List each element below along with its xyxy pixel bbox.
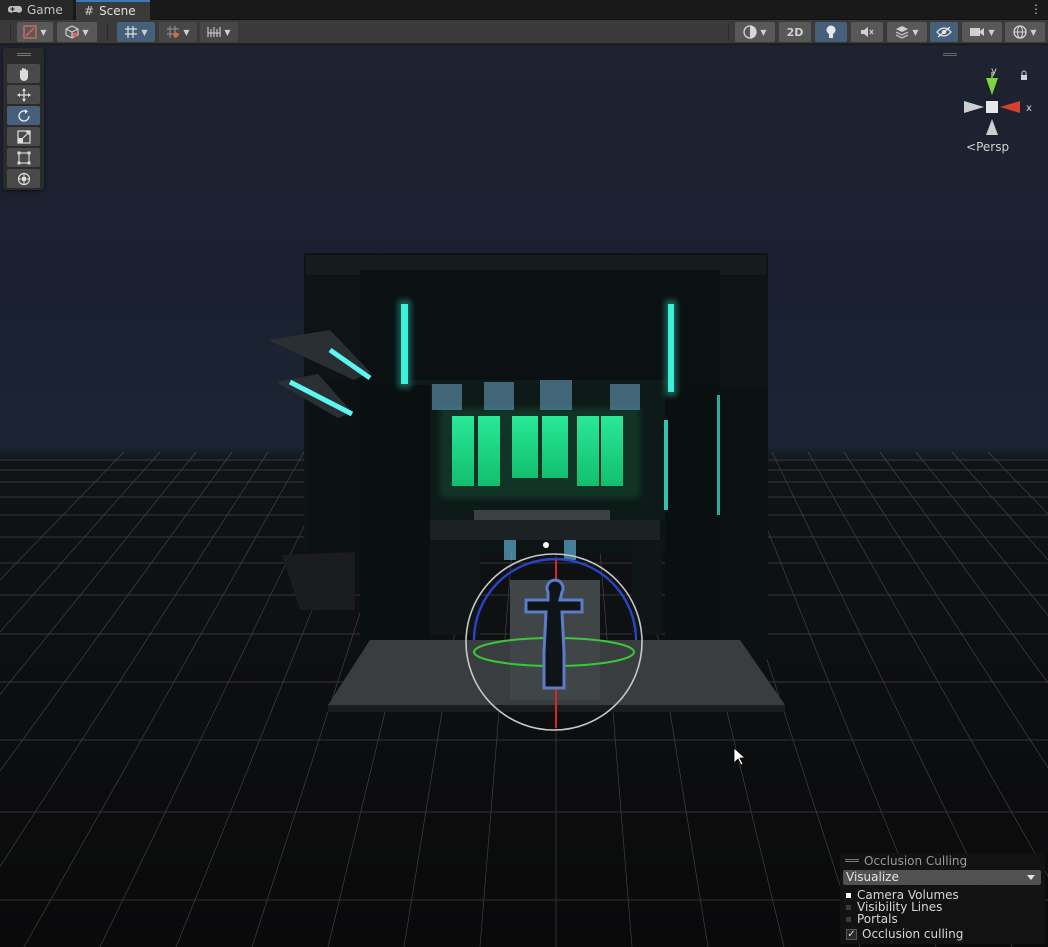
occlusion-mode-value: Visualize bbox=[846, 870, 899, 884]
grid-visibility-button[interactable]: ▼ bbox=[159, 22, 197, 42]
occlusion-culling-label: Occlusion culling bbox=[862, 927, 964, 941]
cube-icon bbox=[65, 25, 80, 39]
gizmos-button[interactable]: ▼ bbox=[1005, 22, 1045, 42]
chevron-down-icon: ▼ bbox=[183, 27, 190, 37]
scene-render bbox=[0, 253, 1048, 947]
scene-toolbar: ▼ ▼ ▼ ▼ ▼ ▼ 2D ▼ ▼ ▼ bbox=[0, 20, 1048, 44]
occlusion-culling-toggle[interactable]: ✓ Occlusion culling bbox=[846, 927, 963, 941]
chevron-down-icon: ▼ bbox=[1030, 27, 1037, 37]
chevron-down-icon bbox=[1027, 875, 1035, 880]
hand-tool-button[interactable] bbox=[7, 64, 40, 83]
camera-icon bbox=[970, 28, 985, 36]
toggle-2d-button[interactable]: 2D bbox=[779, 22, 811, 42]
chevron-down-icon: ▼ bbox=[912, 27, 919, 37]
audio-toggle[interactable] bbox=[851, 22, 883, 42]
mouse-cursor-icon bbox=[733, 747, 747, 766]
sphere-shading-icon bbox=[743, 25, 758, 39]
occlusion-mode-dropdown[interactable]: Visualize bbox=[843, 870, 1041, 885]
chevron-down-icon: ▼ bbox=[40, 27, 47, 37]
legend-swatch bbox=[846, 916, 851, 922]
rotate-icon bbox=[17, 108, 30, 122]
checkbox-checked-icon[interactable]: ✓ bbox=[846, 928, 857, 940]
transform-tools-panel bbox=[3, 48, 44, 190]
camera-settings-button[interactable]: ▼ bbox=[962, 22, 1002, 42]
chevron-left-icon: < bbox=[966, 140, 977, 154]
legend-label: Portals bbox=[857, 912, 898, 926]
grid-icon bbox=[125, 26, 138, 38]
legend-portals: Portals bbox=[846, 912, 898, 926]
toolbar-separator bbox=[728, 24, 729, 40]
rect-tool-button[interactable] bbox=[7, 148, 40, 167]
lightbulb-icon bbox=[826, 25, 836, 38]
tab-game[interactable]: Game bbox=[0, 0, 74, 20]
increment-snap-button[interactable]: ▼ bbox=[200, 22, 238, 42]
sci-fi-building bbox=[268, 253, 785, 712]
move-tool-button[interactable] bbox=[7, 85, 40, 104]
persp-label: Persp bbox=[976, 140, 1010, 154]
chevron-down-icon: ▼ bbox=[82, 27, 89, 37]
toolbar-separator bbox=[107, 24, 108, 40]
chevron-down-icon: ▼ bbox=[141, 27, 148, 37]
move-arrows-icon bbox=[16, 87, 31, 102]
chevron-down-icon: ▼ bbox=[988, 27, 995, 37]
toolbar-separator bbox=[10, 24, 11, 40]
transform-combo-icon bbox=[17, 172, 30, 185]
rotate-tool-button[interactable] bbox=[7, 106, 40, 125]
lighting-toggle[interactable] bbox=[815, 22, 847, 42]
effects-button[interactable]: ▼ bbox=[887, 22, 927, 42]
lock-icon bbox=[1021, 70, 1027, 80]
occlusion-culling-panel: Occlusion Culling Visualize Camera Volum… bbox=[840, 853, 1045, 944]
draw-mode-button[interactable]: ▼ bbox=[17, 22, 53, 42]
layers-icon bbox=[896, 26, 909, 39]
render-mode-button[interactable]: ▼ bbox=[57, 22, 97, 42]
tab-scene[interactable]: # Scene bbox=[76, 0, 150, 20]
gizmo-sphere-icon bbox=[1013, 25, 1028, 39]
occlusion-panel-title: Occlusion Culling bbox=[864, 854, 968, 868]
gizmo-x-label: x bbox=[1026, 103, 1032, 114]
window-tab-bar: Game # Scene ⋮ bbox=[0, 0, 1048, 20]
scale-tool-button[interactable] bbox=[7, 127, 40, 146]
eye-hidden-icon bbox=[936, 26, 952, 38]
panel-drag-handle[interactable] bbox=[845, 859, 859, 862]
draw-mode-icon bbox=[23, 25, 38, 39]
projection-toggle[interactable]: <Persp bbox=[966, 140, 1009, 154]
chevron-down-icon: ▼ bbox=[760, 27, 767, 37]
grid-snap-toggle[interactable]: ▼ bbox=[117, 22, 155, 42]
shading-mode-button[interactable]: ▼ bbox=[735, 22, 775, 42]
ruler-icon bbox=[207, 27, 221, 37]
scene-visibility-toggle[interactable] bbox=[930, 22, 958, 42]
scale-icon bbox=[16, 129, 31, 144]
rect-transform-icon bbox=[17, 151, 30, 164]
tab-game-label: Game bbox=[27, 3, 63, 17]
gamepad-icon bbox=[8, 6, 22, 13]
chevron-down-icon: ▼ bbox=[224, 27, 231, 37]
hand-icon bbox=[19, 67, 28, 81]
scene-viewport[interactable] bbox=[0, 45, 1048, 947]
legend-swatch bbox=[846, 892, 851, 898]
panel-drag-handle[interactable] bbox=[17, 53, 31, 56]
grid-snap-icon bbox=[167, 26, 180, 38]
transform-tool-button[interactable] bbox=[7, 169, 40, 188]
hash-icon: # bbox=[84, 4, 95, 18]
more-options-icon[interactable]: ⋮ bbox=[1030, 2, 1042, 16]
legend-swatch bbox=[846, 904, 851, 910]
tab-scene-label: Scene bbox=[99, 4, 136, 18]
speaker-mute-icon bbox=[861, 27, 874, 37]
